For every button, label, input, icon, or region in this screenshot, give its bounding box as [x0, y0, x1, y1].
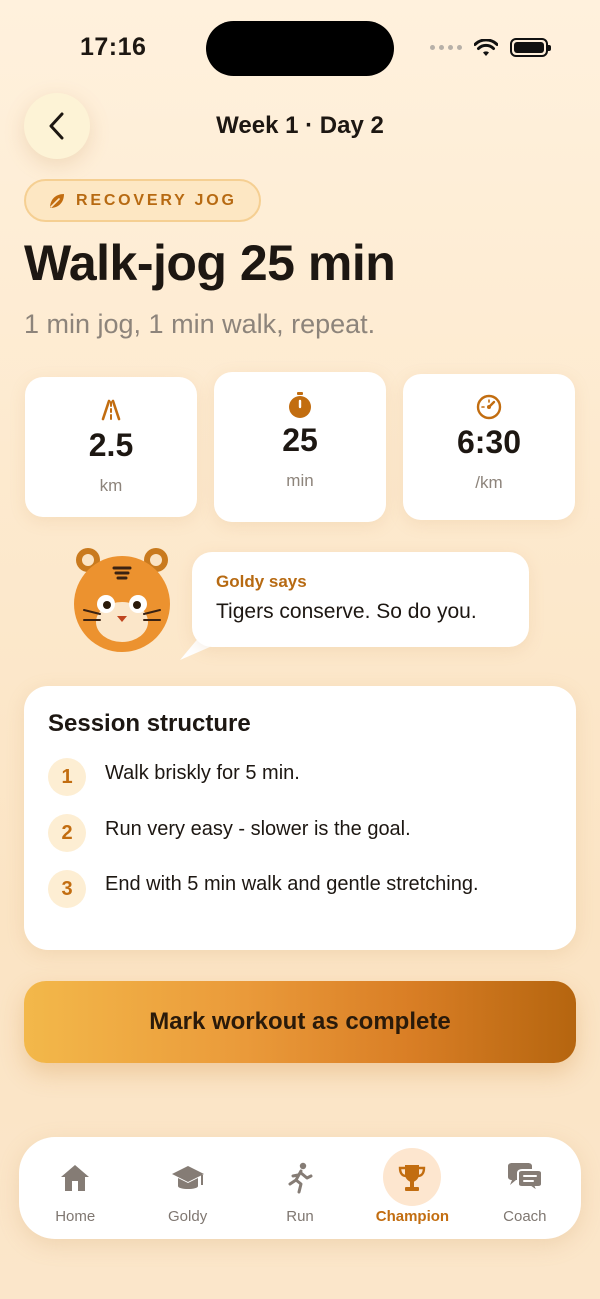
page-title: Week 1 · Day 2	[216, 112, 384, 139]
status-icons	[430, 38, 551, 57]
tab-goldy[interactable]: Goldy	[131, 1137, 243, 1239]
tab-label: Champion	[375, 1208, 450, 1225]
stat-card-duration: 25 min	[214, 372, 386, 522]
step-text: Walk briskly for 5 min.	[105, 762, 300, 784]
step-number: 2	[48, 814, 86, 852]
workout-title: Walk-jog 25 min	[24, 235, 396, 291]
section-title: Session structure	[48, 710, 251, 737]
workout-subtitle: 1 min jog, 1 min walk, repeat.	[24, 309, 376, 339]
wifi-icon	[474, 38, 498, 56]
stat-value: 2.5	[88, 427, 134, 463]
list-item: 1 Walk briskly for 5 min.	[48, 758, 505, 796]
tab-label: Coach	[503, 1208, 547, 1225]
bubble-text: Tigers conserve. So do you.	[216, 600, 477, 623]
house-icon	[55, 1158, 95, 1198]
stat-unit: min	[286, 471, 314, 490]
tab-bar: Home Goldy Run Champion Coach	[19, 1137, 581, 1239]
step-number: 3	[48, 870, 86, 908]
battery-icon	[510, 38, 551, 57]
stat-value: 25	[282, 422, 318, 458]
stopwatch-icon	[286, 392, 314, 418]
step-text: Run very easy - slower is the goal.	[105, 818, 411, 840]
graduation-cap-icon	[168, 1158, 208, 1198]
signal-icon	[430, 45, 462, 50]
bubble-label: Goldy says	[216, 572, 307, 591]
speedometer-icon	[475, 394, 503, 420]
tab-label: Run	[286, 1208, 314, 1225]
tab-label: Home	[55, 1208, 96, 1225]
tab-champion[interactable]: Champion	[356, 1137, 468, 1239]
tab-label: Goldy	[168, 1208, 208, 1225]
list-item: 2 Run very easy - slower is the goal.	[48, 814, 505, 852]
stat-card-pace: 6:30 /km	[403, 374, 575, 520]
step-text: End with 5 min walk and gentle stretchin…	[105, 873, 479, 895]
leaf-icon	[50, 193, 64, 208]
stat-unit: /km	[475, 473, 503, 492]
tiger-mascot-avatar	[74, 548, 170, 652]
tab-coach[interactable]: Coach	[469, 1137, 581, 1239]
tab-run[interactable]: Run	[244, 1137, 356, 1239]
road-icon	[93, 397, 129, 423]
chat-bubbles-icon	[505, 1158, 545, 1198]
status-time: 17:16	[80, 33, 147, 61]
step-number: 1	[48, 758, 86, 796]
dynamic-island	[206, 21, 394, 76]
runner-icon	[280, 1158, 320, 1198]
stat-value: 6:30	[456, 424, 522, 460]
trophy-icon	[392, 1158, 432, 1198]
workout-type-label: RECOVERY JOG	[76, 191, 237, 209]
workout-type-badge: RECOVERY JOG	[24, 179, 261, 222]
session-structure-card: Session structure 1 Walk briskly for 5 m…	[24, 686, 576, 950]
list-item: 3 End with 5 min walk and gentle stretch…	[48, 870, 505, 908]
stat-unit: km	[99, 476, 123, 495]
stat-card-distance: 2.5 km	[25, 377, 197, 517]
coach-speech-bubble: Goldy says Tigers conserve. So do you.	[192, 552, 529, 647]
mark-complete-button[interactable]: Mark workout as complete	[24, 981, 576, 1063]
tab-home[interactable]: Home	[19, 1137, 131, 1239]
